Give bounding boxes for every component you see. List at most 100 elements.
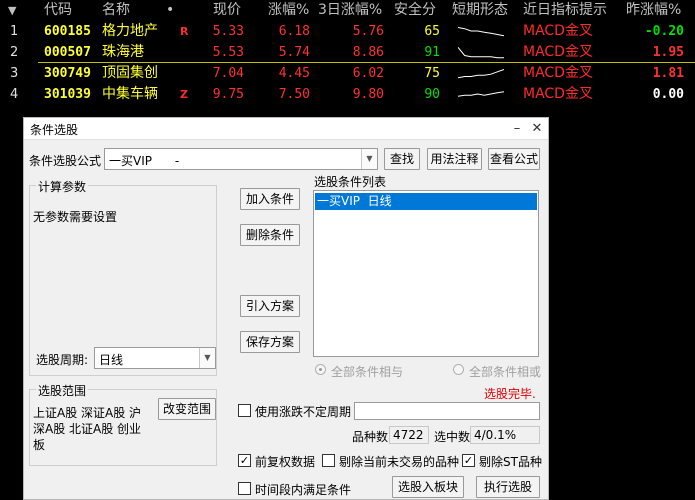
sparkline-line xyxy=(458,46,504,59)
row-index: 2 xyxy=(10,45,19,60)
count-value: 4722 xyxy=(389,426,429,444)
trend-sparkline xyxy=(458,21,508,42)
period-select[interactable]: 日线 ▼ xyxy=(94,347,216,369)
change-3d-pct: 9.80 xyxy=(352,87,384,102)
prerights-checkbox[interactable]: ✓ xyxy=(238,454,251,467)
range-line-1: 上证A股 深证A股 沪 xyxy=(33,406,142,420)
indicator-hint: MACD金叉 xyxy=(523,44,593,60)
close-icon[interactable]: ✕ xyxy=(528,120,546,138)
delete-condition-button[interactable]: 删除条件 xyxy=(240,224,300,246)
header-indicator[interactable]: 近日指标提示 xyxy=(523,0,607,21)
table-row[interactable]: 1 600185 格力地产 R 5.33 6.18 5.76 65 MACD金叉… xyxy=(0,21,695,42)
sparkline-graphic xyxy=(458,69,504,79)
header-chg[interactable]: 涨幅% xyxy=(268,0,309,21)
formula-label: 条件选股公式 xyxy=(29,154,102,168)
header-trend[interactable]: 短期形态 xyxy=(452,0,508,21)
yesterday-change: 1.95 xyxy=(652,45,684,60)
indicator-hint: MACD金叉 xyxy=(523,65,593,81)
chevron-down-icon[interactable]: ▼ xyxy=(361,149,377,169)
time-range-checkbox[interactable] xyxy=(238,482,251,495)
minimize-icon[interactable]: – xyxy=(508,120,526,138)
stock-flag: Z xyxy=(180,88,188,101)
sparkline-line xyxy=(458,27,504,37)
formula-value: 一买VIP - xyxy=(109,154,180,168)
params-group-title: 计算参数 xyxy=(36,178,89,195)
period-value: 日线 xyxy=(99,353,124,367)
add-condition-button[interactable]: 加入条件 xyxy=(240,188,300,210)
table-row[interactable]: 4 301039 中集车辆 Z 9.75 7.50 9.80 90 MACD金叉… xyxy=(0,84,695,105)
sparkline-line xyxy=(458,91,504,97)
change-pct: 5.74 xyxy=(278,45,310,60)
import-scheme-button[interactable]: 引入方案 xyxy=(240,295,300,317)
row-index: 4 xyxy=(10,87,19,102)
row-index: 1 xyxy=(10,24,19,39)
exclude-st-checkbox[interactable]: ✓ xyxy=(462,454,475,467)
stock-name: 珠海港 xyxy=(102,44,144,60)
radio-or[interactable] xyxy=(453,364,464,375)
chevron-down-icon[interactable]: ▼ xyxy=(199,348,215,368)
sort-icon[interactable]: ▼ xyxy=(8,0,24,21)
condition-list[interactable]: 一买VIP 日线 xyxy=(313,190,539,357)
use-uncertain-checkbox[interactable] xyxy=(238,404,251,417)
status-text: 选股完毕. xyxy=(484,387,536,401)
change-3d-pct: 5.76 xyxy=(352,24,384,39)
stock-code: 000507 xyxy=(44,45,91,60)
use-uncertain-label: 使用涨跌不定周期 xyxy=(255,405,352,419)
trend-sparkline xyxy=(458,84,508,105)
change-pct: 4.45 xyxy=(278,66,310,81)
formula-combo[interactable]: 一买VIP - ▼ xyxy=(104,148,378,170)
find-button[interactable]: 查找 xyxy=(384,148,420,170)
range-line-2: 深A股 北证A股 创业 xyxy=(33,422,142,436)
execute-pick-button[interactable]: 执行选股 xyxy=(476,476,540,498)
sparkline-graphic xyxy=(458,91,504,97)
yesterday-change: -0.20 xyxy=(644,24,684,39)
count-label: 品种数 xyxy=(352,430,389,444)
stock-flag: R xyxy=(180,25,189,38)
header-chg3[interactable]: 3日涨幅% xyxy=(318,0,382,21)
sparkline-graphic xyxy=(458,27,504,37)
header-price[interactable]: 现价 xyxy=(213,0,241,21)
header-safe[interactable]: 安全分 xyxy=(394,0,436,21)
change-pct: 7.50 xyxy=(278,87,310,102)
prerights-label: 前复权数据 xyxy=(255,455,316,469)
selected-value: 4/0.1% xyxy=(470,426,540,444)
price: 9.75 xyxy=(212,87,244,102)
save-scheme-button[interactable]: 保存方案 xyxy=(240,331,300,353)
table-row[interactable]: 2 000507 珠海港 5.53 5.74 8.86 91 MACD金叉 1.… xyxy=(0,42,695,63)
header-dot: • xyxy=(166,2,175,18)
table-row[interactable]: 3 300749 顶固集创 7.04 4.45 6.02 75 MACD金叉 1… xyxy=(0,63,695,84)
usage-notes-button[interactable]: 用法注释 xyxy=(427,148,482,170)
row-index: 3 xyxy=(10,66,19,81)
indicator-hint: MACD金叉 xyxy=(523,23,593,39)
change-range-button[interactable]: 改变范围 xyxy=(158,398,216,420)
price: 7.04 xyxy=(212,66,244,81)
range-group-title: 选股范围 xyxy=(36,382,89,399)
view-formula-button[interactable]: 查看公式 xyxy=(488,148,540,170)
stock-flag xyxy=(180,42,194,63)
stock-flag xyxy=(180,63,194,84)
stock-name: 中集车辆 xyxy=(102,86,158,102)
yesterday-change: 0.00 xyxy=(652,87,684,102)
header-code[interactable]: 代码 xyxy=(44,0,100,21)
condition-list-title: 选股条件列表 xyxy=(314,175,387,189)
indicator-hint: MACD金叉 xyxy=(523,86,593,102)
yesterday-change: 1.81 xyxy=(652,66,684,81)
exclude-untraded-label: 剔除当前未交易的品种 xyxy=(339,455,460,469)
table-header: ▼ 代码 名称 • 现价 涨幅% 3日涨幅% 安全分 短期形态 近日指标提示 昨… xyxy=(0,0,695,21)
safety-score: 75 xyxy=(424,66,440,81)
exclude-untraded-checkbox[interactable] xyxy=(322,454,335,467)
radio-or-label: 全部条件相或 xyxy=(469,365,542,379)
trend-sparkline xyxy=(458,42,508,63)
dialog-titlebar[interactable]: 条件选股 – ✕ xyxy=(24,118,548,140)
radio-and[interactable] xyxy=(315,364,326,375)
list-item[interactable]: 一买VIP 日线 xyxy=(315,193,537,210)
header-yest[interactable]: 昨涨幅% xyxy=(626,0,681,21)
trend-sparkline xyxy=(458,63,508,84)
add-to-block-button[interactable]: 选股入板块 xyxy=(392,476,464,498)
uncertain-period-input[interactable] xyxy=(354,402,540,420)
change-3d-pct: 8.86 xyxy=(352,45,384,60)
price: 5.53 xyxy=(212,45,244,60)
stock-name: 顶固集创 xyxy=(102,65,158,81)
radio-and-label: 全部条件相与 xyxy=(331,365,404,379)
stock-name: 格力地产 xyxy=(102,23,158,39)
